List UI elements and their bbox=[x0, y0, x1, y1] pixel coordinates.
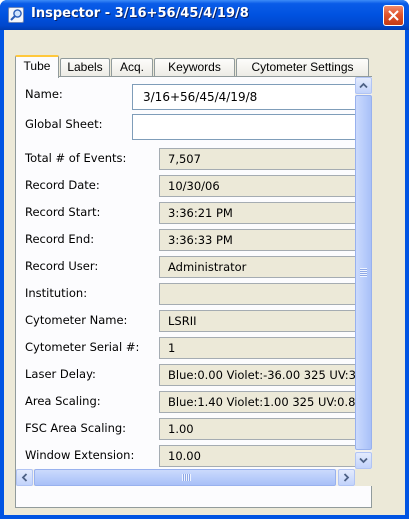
grip-icon bbox=[360, 268, 367, 277]
total-events-value: 7,507 bbox=[159, 148, 355, 170]
field-row: Total # of Events: 7,507 bbox=[16, 146, 355, 172]
cytometer-serial-label: Cytometer Serial #: bbox=[25, 340, 140, 354]
chevron-left-icon bbox=[21, 473, 28, 482]
record-user-label: Record User: bbox=[25, 259, 99, 273]
field-row: Cytometer Serial #: 1 bbox=[16, 335, 355, 361]
tab-cytometer-settings[interactable]: Cytometer Settings bbox=[236, 58, 369, 77]
record-start-label: Record Start: bbox=[25, 205, 101, 219]
window-extension-label: Window Extension: bbox=[25, 448, 135, 462]
institution-label: Institution: bbox=[25, 286, 88, 300]
chevron-right-icon bbox=[343, 473, 350, 482]
scroll-up-button[interactable] bbox=[355, 77, 372, 94]
area-scaling-value: Blue:1.40 Violet:1.00 325 UV:0.8 bbox=[159, 391, 355, 413]
field-row: Record Date: 10/30/06 bbox=[16, 173, 355, 199]
horizontal-scrollbar[interactable] bbox=[16, 469, 355, 486]
name-input[interactable]: 3/16+56/45/4/19/8 bbox=[132, 84, 355, 110]
scroll-left-button[interactable] bbox=[16, 469, 33, 486]
record-user-value: Administrator bbox=[159, 256, 355, 278]
cytometer-serial-value: 1 bbox=[159, 337, 355, 359]
horizontal-scroll-thumb[interactable] bbox=[34, 469, 336, 486]
close-icon bbox=[388, 10, 399, 21]
tab-strip: Tube Labels Acq. Keywords Cytometer Sett… bbox=[15, 55, 375, 78]
tab-keywords[interactable]: Keywords bbox=[154, 58, 235, 77]
magnifier-icon bbox=[8, 7, 24, 23]
window-title: Inspector - 3/16+56/45/4/19/8 bbox=[31, 6, 249, 21]
scroll-down-button[interactable] bbox=[355, 452, 372, 469]
tube-form: Name: 3/16+56/45/4/19/8 Global Sheet: To… bbox=[16, 77, 355, 469]
title-bar[interactable]: Inspector - 3/16+56/45/4/19/8 bbox=[0, 0, 409, 30]
close-button[interactable] bbox=[383, 5, 404, 26]
institution-value bbox=[159, 283, 355, 305]
field-row: FSC Area Scaling: 1.00 bbox=[16, 416, 355, 442]
field-row: Record Start: 3:36:21 PM bbox=[16, 200, 355, 226]
scroll-right-button[interactable] bbox=[338, 469, 355, 486]
fsc-area-scaling-value: 1.00 bbox=[159, 418, 355, 440]
field-row: Record End: 3:36:33 PM bbox=[16, 227, 355, 253]
record-date-label: Record Date: bbox=[25, 178, 100, 192]
tab-tube[interactable]: Tube bbox=[15, 55, 59, 78]
laser-delay-value: Blue:0.00 Violet:-36.00 325 UV:3 bbox=[159, 364, 355, 386]
inspector-window: Inspector - 3/16+56/45/4/19/8 Tube Label… bbox=[0, 0, 409, 519]
total-events-label: Total # of Events: bbox=[25, 151, 127, 165]
tab-acq[interactable]: Acq. bbox=[111, 58, 153, 77]
chevron-up-icon bbox=[359, 82, 368, 89]
tube-panel: Name: 3/16+56/45/4/19/8 Global Sheet: To… bbox=[15, 76, 372, 508]
record-end-value: 3:36:33 PM bbox=[159, 229, 355, 251]
global-sheet-input[interactable] bbox=[132, 114, 355, 140]
cytometer-name-value: LSRII bbox=[159, 310, 355, 332]
record-date-value: 10/30/06 bbox=[159, 175, 355, 197]
vertical-scroll-thumb[interactable] bbox=[355, 95, 372, 450]
record-start-value: 3:36:21 PM bbox=[159, 202, 355, 224]
chevron-down-icon bbox=[359, 457, 368, 464]
area-scaling-label: Area Scaling: bbox=[25, 394, 101, 408]
window-extension-value: 10.00 bbox=[159, 445, 355, 467]
record-end-label: Record End: bbox=[25, 232, 95, 246]
field-row: Institution: bbox=[16, 281, 355, 307]
grip-icon bbox=[182, 474, 191, 481]
laser-delay-label: Laser Delay: bbox=[25, 367, 96, 381]
field-row: Area Scaling: Blue:1.40 Violet:1.00 325 … bbox=[16, 389, 355, 415]
field-row: Cytometer Name: LSRII bbox=[16, 308, 355, 334]
vertical-scrollbar[interactable] bbox=[355, 77, 372, 469]
cytometer-name-label: Cytometer Name: bbox=[25, 313, 128, 327]
window-client-area: Tube Labels Acq. Keywords Cytometer Sett… bbox=[4, 30, 405, 515]
field-row: Window Extension: 10.00 bbox=[16, 443, 355, 469]
field-row: Record User: Administrator bbox=[16, 254, 355, 280]
field-row: Laser Delay: Blue:0.00 Violet:-36.00 325… bbox=[16, 362, 355, 388]
global-sheet-row: Global Sheet: bbox=[16, 112, 355, 140]
name-row: Name: 3/16+56/45/4/19/8 bbox=[16, 82, 355, 110]
fsc-area-scaling-label: FSC Area Scaling: bbox=[25, 421, 127, 435]
global-sheet-label: Global Sheet: bbox=[25, 117, 103, 131]
tab-labels[interactable]: Labels bbox=[60, 58, 110, 77]
scrollbar-corner bbox=[355, 469, 372, 486]
name-label: Name: bbox=[25, 87, 63, 101]
